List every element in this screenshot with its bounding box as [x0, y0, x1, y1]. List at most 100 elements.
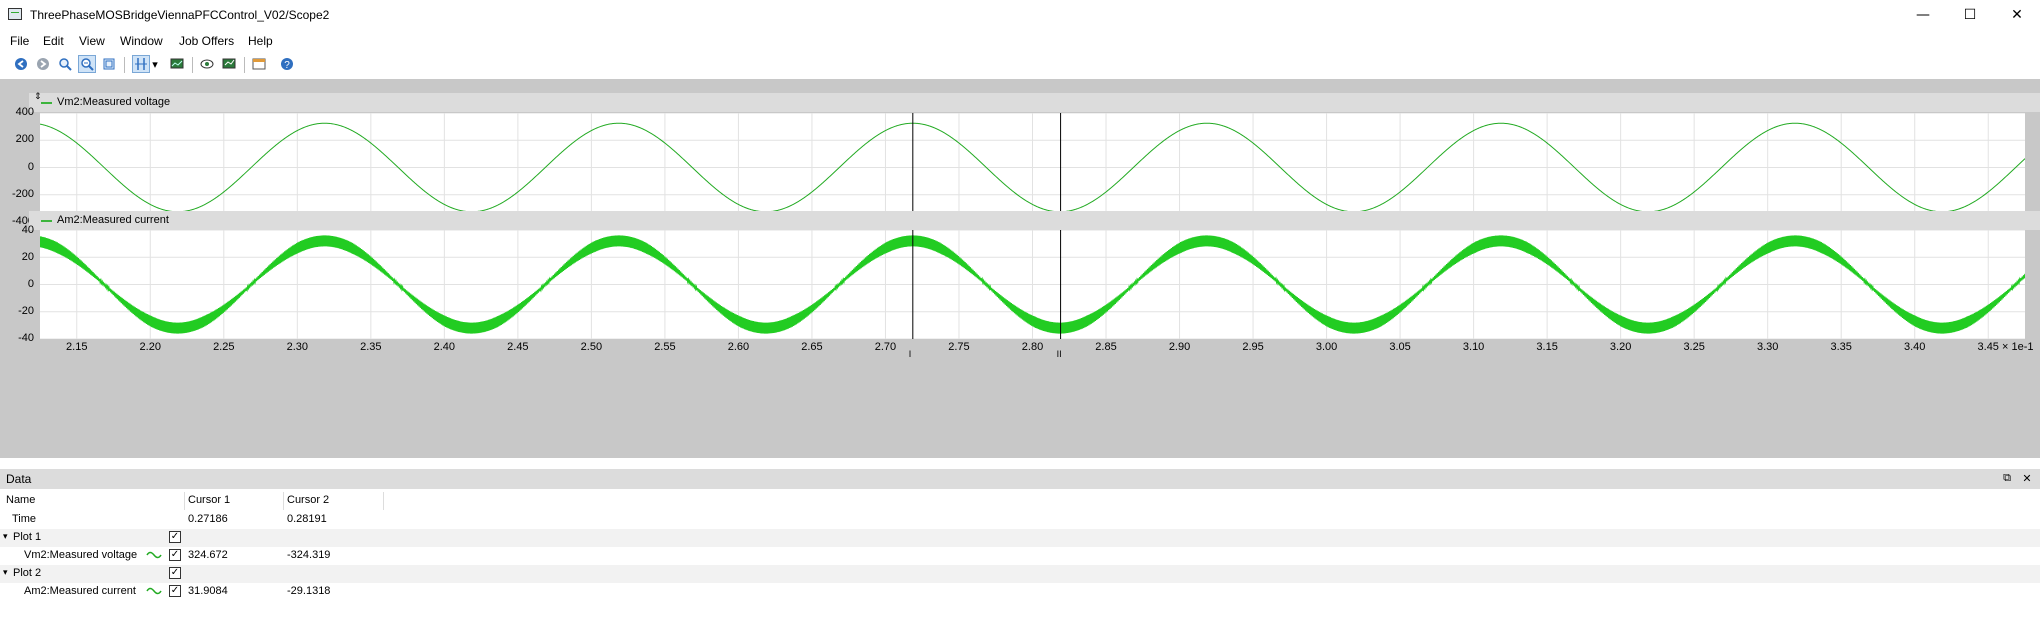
- window-title: ThreePhaseMOSBridgeViennaPFCControl_V02/…: [30, 8, 330, 22]
- expand-arrow-icon[interactable]: ▾: [3, 568, 8, 578]
- plot2-chart[interactable]: [39, 229, 2026, 340]
- group-label: Plot 2: [13, 567, 42, 579]
- x-tick-label: 2.45: [507, 341, 529, 353]
- x-axis: 2.15 2.20 2.25 2.30 2.35 2.40 2.45 2.50 2.55 2.60…: [40, 340, 2040, 359]
- window-icon[interactable]: [250, 55, 268, 73]
- zoom-icon[interactable]: [56, 55, 74, 73]
- group-label: Plot 1: [13, 531, 42, 543]
- scope-view: Vm2:Measured voltage 400 200 0 -200 -40 0…: [0, 79, 2040, 458]
- x-tick-label: 2.25: [213, 341, 235, 353]
- close-panel-icon[interactable]: ✕: [2020, 471, 2034, 485]
- eye-icon[interactable]: [198, 55, 216, 73]
- x-tick-label: 2.75: [948, 341, 970, 353]
- cursor-icon[interactable]: [132, 55, 150, 73]
- data-panel-title: Data: [6, 472, 32, 486]
- menu-file[interactable]: File: [10, 34, 29, 48]
- x-tick-label: 3.20: [1609, 341, 1632, 353]
- x-tick-label: 3.35: [1830, 341, 1852, 353]
- dropdown-arrow-icon[interactable]: ▾: [150, 55, 160, 73]
- y-tick: -20: [18, 305, 34, 317]
- signal-cursor1: 31.9084: [188, 585, 228, 597]
- signal-cursor2: -324.319: [287, 549, 331, 561]
- screen-icon[interactable]: [168, 55, 186, 73]
- plot1-checkbox[interactable]: ✓: [169, 531, 181, 543]
- help-icon[interactable]: ?: [278, 55, 296, 73]
- data-panel-header: Data ⧉ ✕: [0, 469, 2040, 489]
- expand-arrow-icon[interactable]: ▾: [3, 532, 8, 542]
- x-tick-label: 2.85: [1095, 341, 1117, 353]
- menu-view[interactable]: View: [79, 34, 105, 48]
- svg-text:?: ?: [284, 60, 290, 71]
- y-tick: 0: [27, 278, 34, 290]
- back-icon[interactable]: [12, 55, 30, 73]
- time-label: Time: [12, 513, 37, 525]
- plot1-area[interactable]: [39, 112, 2026, 223]
- cursor2-label[interactable]: II: [1057, 349, 1062, 359]
- minimize-button[interactable]: —: [1900, 0, 1946, 30]
- zoom-box-icon[interactable]: [100, 55, 118, 73]
- y-tick: -40: [18, 332, 34, 344]
- plot2-legend-bar: Am2:Measured current: [29, 211, 2040, 230]
- col-cursor2[interactable]: Cursor 2: [287, 494, 329, 506]
- plot1-legend[interactable]: Vm2:Measured voltage: [57, 96, 170, 108]
- x-tick-label: 2.80: [1021, 341, 1044, 353]
- y-tick: 40: [21, 224, 34, 236]
- y-tick: 400: [15, 106, 34, 118]
- x-tick-label: 2.70: [874, 341, 897, 353]
- x-tick-label: 2.15: [66, 341, 88, 353]
- signal-row[interactable]: Am2:Measured current ✓ 31.9084 -29.1318: [0, 583, 2040, 601]
- plot1-chart[interactable]: [39, 112, 2026, 223]
- export-icon[interactable]: [220, 55, 238, 73]
- wave-icon: [146, 587, 162, 595]
- x-tick-label: 3.00: [1315, 341, 1338, 353]
- x-tick-label: 3.15: [1536, 341, 1558, 353]
- x-multiplier: × 1e-1: [2002, 341, 2034, 353]
- menu-bar: File Edit View Window Job Offers Help: [0, 31, 2040, 51]
- toolbar-separator: [244, 57, 245, 73]
- toolbar: ▾ ?: [0, 53, 2040, 77]
- x-tick-label: 2.65: [801, 341, 823, 353]
- x-tick-label: 2.60: [727, 341, 750, 353]
- x-tick-label: 3.10: [1462, 341, 1485, 353]
- col-name[interactable]: Name: [6, 494, 35, 506]
- x-tick-label: 2.95: [1242, 341, 1264, 353]
- menu-job-offers[interactable]: Job Offers: [179, 34, 234, 48]
- signal-label: Vm2:Measured voltage: [24, 549, 138, 561]
- signal-cursor2: -29.1318: [287, 585, 331, 597]
- signal-checkbox[interactable]: ✓: [169, 585, 181, 597]
- x-tick-label: 2.55: [654, 341, 676, 353]
- x-tick-label: 2.50: [580, 341, 603, 353]
- cursor1-label[interactable]: I: [909, 349, 912, 359]
- toolbar-separator: [124, 57, 125, 73]
- signal-checkbox[interactable]: ✓: [169, 549, 181, 561]
- wave-icon: [146, 551, 162, 559]
- time-row: Time 0.27186 0.28191: [0, 511, 2040, 529]
- close-button[interactable]: ✕: [1994, 0, 2040, 30]
- col-cursor1[interactable]: Cursor 1: [188, 494, 230, 506]
- x-tick-label: 3.30: [1756, 341, 1779, 353]
- maximize-button[interactable]: ☐: [1947, 0, 1993, 30]
- y-tick: 20: [21, 251, 34, 263]
- plot2-legend[interactable]: Am2:Measured current: [57, 214, 169, 226]
- y-tick: 0: [27, 161, 34, 173]
- x-tick-label: 3.05: [1389, 341, 1411, 353]
- y-tick: -200: [11, 188, 34, 200]
- plot2-checkbox[interactable]: ✓: [169, 567, 181, 579]
- x-tick-label: 2.40: [433, 341, 456, 353]
- menu-help[interactable]: Help: [248, 34, 273, 48]
- x-tick-label: 3.40: [1904, 341, 1926, 353]
- x-tick-label: 2.35: [360, 341, 382, 353]
- plot2-area[interactable]: [39, 229, 2026, 340]
- menu-window[interactable]: Window: [120, 34, 163, 48]
- data-header-row: Name Cursor 1 Cursor 2: [0, 492, 2040, 510]
- plot1-legend-bar: Vm2:Measured voltage: [29, 93, 2040, 112]
- signal-row[interactable]: Vm2:Measured voltage ✓ 324.672 -324.319: [0, 547, 2040, 565]
- plot1-group-row[interactable]: ▾ Plot 1 ✓: [0, 529, 2040, 547]
- zoom-fit-icon[interactable]: [78, 55, 96, 73]
- app-icon: [8, 8, 22, 20]
- forward-icon[interactable]: [34, 55, 52, 73]
- restore-icon[interactable]: ⧉: [2000, 471, 2014, 485]
- plot2-group-row[interactable]: ▾ Plot 2 ✓: [0, 565, 2040, 583]
- x-tick-label: 3.25: [1683, 341, 1705, 353]
- menu-edit[interactable]: Edit: [43, 34, 64, 48]
